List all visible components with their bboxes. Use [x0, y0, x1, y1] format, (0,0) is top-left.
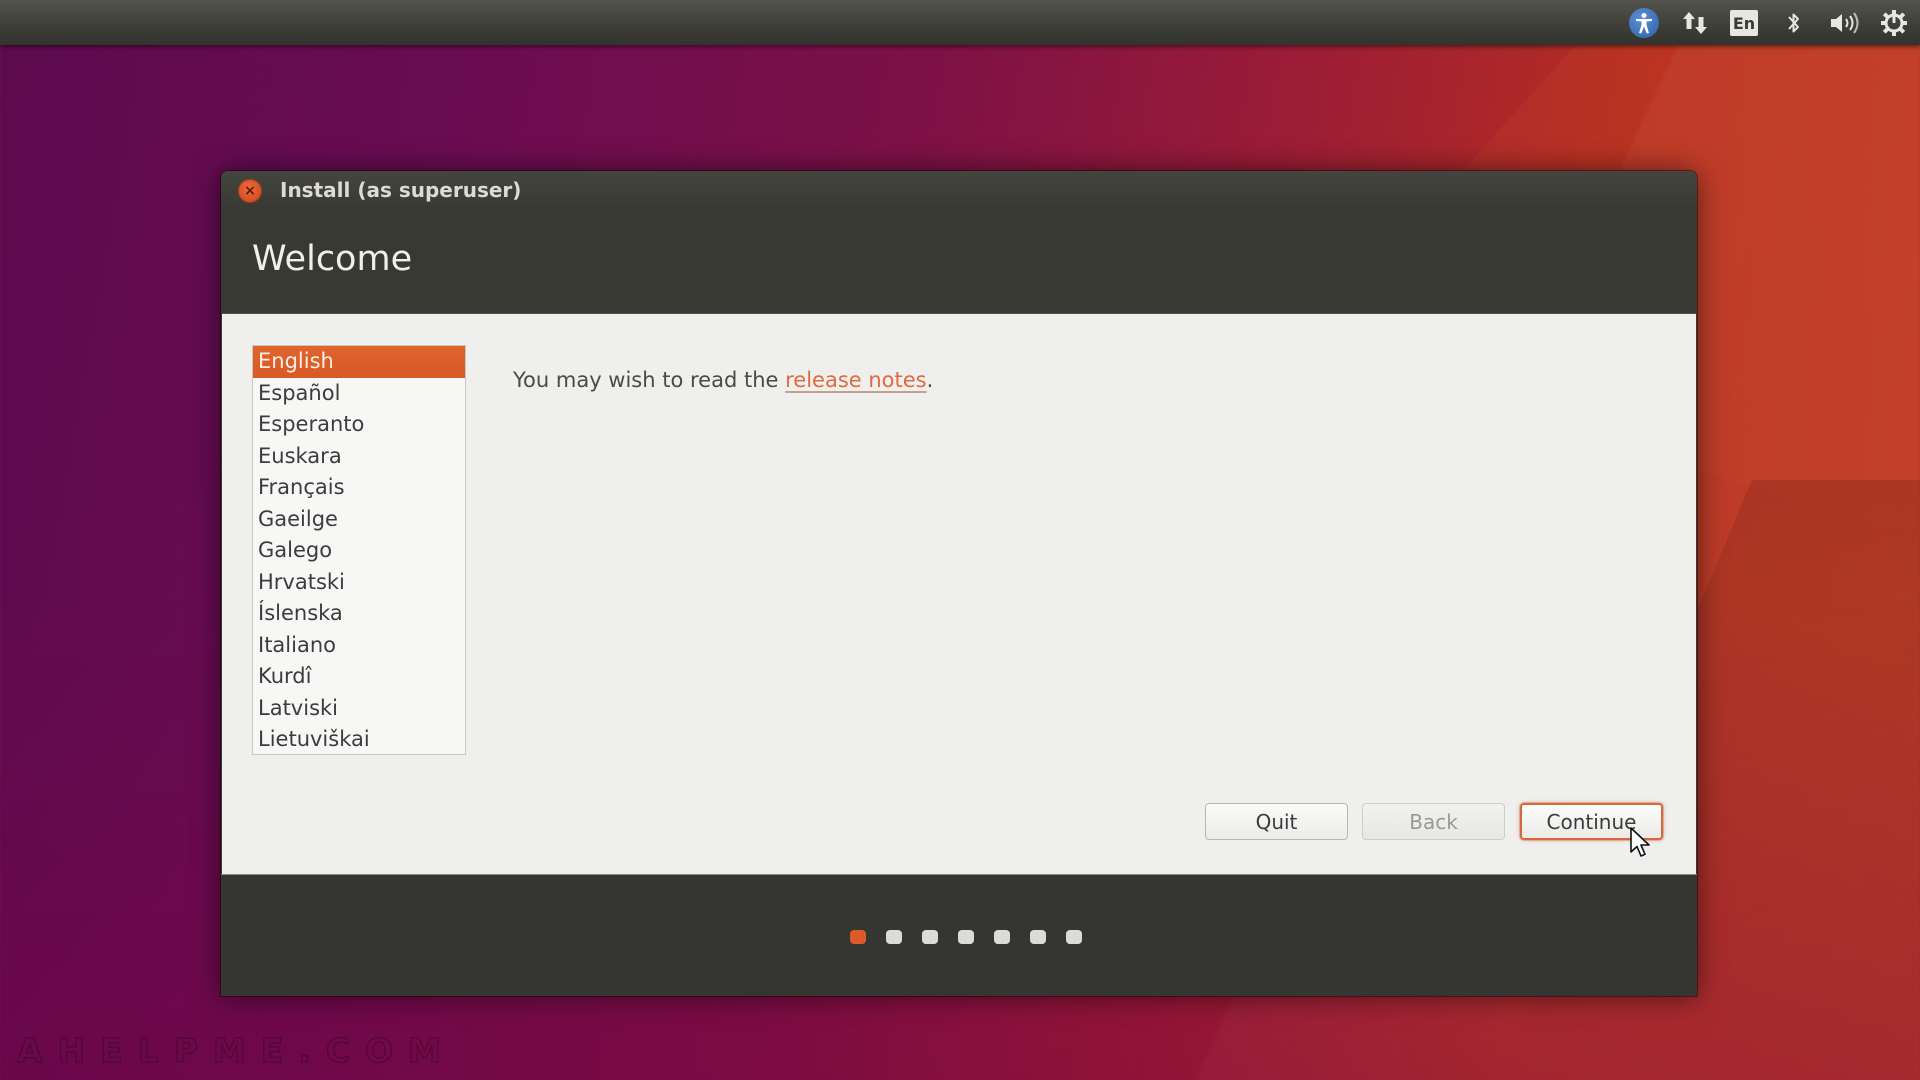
- back-button[interactable]: Back: [1362, 803, 1505, 840]
- step-dot: [922, 930, 938, 944]
- installer-window: × Install (as superuser) Welcome English…: [221, 171, 1697, 996]
- accessibility-indicator[interactable]: [1627, 6, 1661, 40]
- bluetooth-indicator[interactable]: [1777, 6, 1811, 40]
- release-notes-text: You may wish to read the release notes.: [513, 368, 933, 392]
- language-option[interactable]: Gaeilge: [253, 504, 465, 536]
- network-indicator[interactable]: [1678, 6, 1712, 40]
- accessibility-icon: [1629, 8, 1659, 38]
- keyboard-layout-icon: En: [1730, 10, 1758, 36]
- step-indicator: [850, 930, 1082, 946]
- keyboard-layout-indicator[interactable]: En: [1727, 6, 1761, 40]
- language-option[interactable]: Lietuviškai: [253, 724, 465, 756]
- language-option[interactable]: Esperanto: [253, 409, 465, 441]
- step-dot-active: [850, 930, 866, 944]
- window-title: Install (as superuser): [280, 178, 522, 202]
- network-updown-icon: [1683, 12, 1707, 34]
- volume-icon: [1831, 12, 1859, 34]
- window-close-button[interactable]: ×: [238, 179, 262, 203]
- step-dot: [1030, 930, 1046, 944]
- window-titlebar[interactable]: × Install (as superuser): [221, 171, 1697, 211]
- language-option[interactable]: Galego: [253, 535, 465, 567]
- release-notes-link[interactable]: release notes: [785, 368, 927, 392]
- bluetooth-icon: [1788, 13, 1799, 33]
- top-panel: En: [0, 0, 1920, 45]
- step-dot: [994, 930, 1010, 944]
- close-icon: ×: [244, 183, 256, 199]
- language-option[interactable]: Hrvatski: [253, 567, 465, 599]
- session-indicator[interactable]: [1877, 6, 1911, 40]
- progress-footer: [221, 874, 1697, 996]
- mouse-cursor-icon: [1630, 827, 1650, 857]
- language-list[interactable]: English Español Esperanto Euskara Français Ga…: [252, 345, 466, 755]
- page-header: Welcome: [221, 211, 1697, 313]
- language-option[interactable]: English: [253, 346, 465, 378]
- sound-indicator[interactable]: [1825, 6, 1865, 40]
- release-notes-suffix: .: [926, 368, 934, 392]
- content-area: English Español Esperanto Euskara Français Ga…: [222, 313, 1696, 875]
- quit-button[interactable]: Quit: [1205, 803, 1348, 840]
- language-option[interactable]: Français: [253, 472, 465, 504]
- step-dot: [1066, 930, 1082, 944]
- power-gear-icon: [1881, 10, 1907, 36]
- watermark: AHELPME.COM: [17, 1031, 456, 1071]
- language-option[interactable]: Italiano: [253, 630, 465, 662]
- language-option[interactable]: Kurdî: [253, 661, 465, 693]
- language-option[interactable]: Latviski: [253, 693, 465, 725]
- step-dot: [958, 930, 974, 944]
- language-option[interactable]: Íslenska: [253, 598, 465, 630]
- release-notes-prefix: You may wish to read the: [513, 368, 786, 392]
- step-dot: [886, 930, 902, 944]
- language-option[interactable]: Euskara: [253, 441, 465, 473]
- language-option[interactable]: Español: [253, 378, 465, 410]
- page-title: Welcome: [252, 239, 413, 279]
